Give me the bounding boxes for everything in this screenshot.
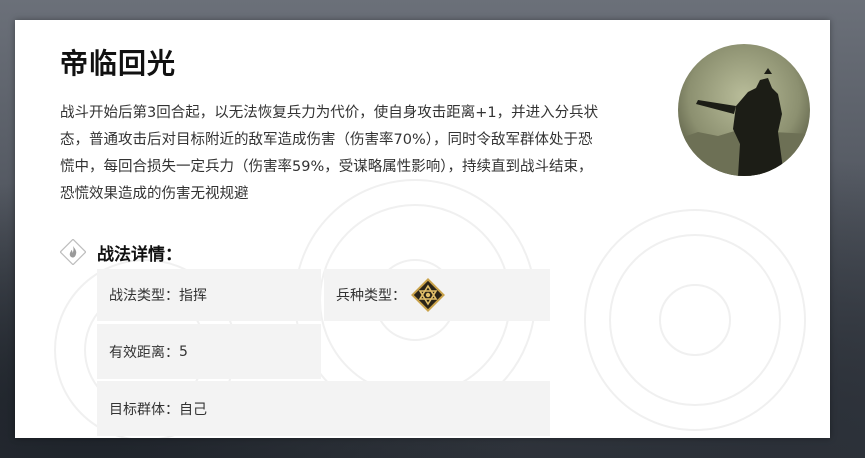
- target-value: 自己: [179, 401, 207, 418]
- troop-type-label: 兵种类型：: [336, 288, 406, 304]
- all-troops-icon: [411, 278, 445, 312]
- range-label: 有效距离：: [109, 344, 179, 361]
- skill-type-cell: 战法类型： 指挥: [97, 269, 321, 321]
- target-label: 目标群体：: [109, 401, 179, 418]
- details-heading: 战法详情：: [97, 245, 182, 265]
- skill-type-value: 指挥: [179, 288, 207, 304]
- target-cell: 目标群体： 自己: [97, 381, 550, 436]
- skill-type-label: 战法类型：: [109, 288, 179, 304]
- skill-card: 帝临回光 战斗开始后第3回合起，以无法恢复兵力为代价，使自身攻击距离+1，并进入…: [15, 20, 830, 438]
- range-cell: 有效距离： 5: [97, 324, 321, 379]
- skill-description: 战斗开始后第3回合起，以无法恢复兵力为代价，使自身攻击距离+1，并进入分兵状态，…: [60, 105, 599, 202]
- troop-type-cell: 兵种类型：: [324, 269, 550, 321]
- warrior-portrait-icon: [678, 44, 810, 176]
- flame-diamond-icon: [59, 238, 87, 266]
- skill-title: 帝临回光: [60, 47, 177, 80]
- range-value: 5: [179, 343, 188, 360]
